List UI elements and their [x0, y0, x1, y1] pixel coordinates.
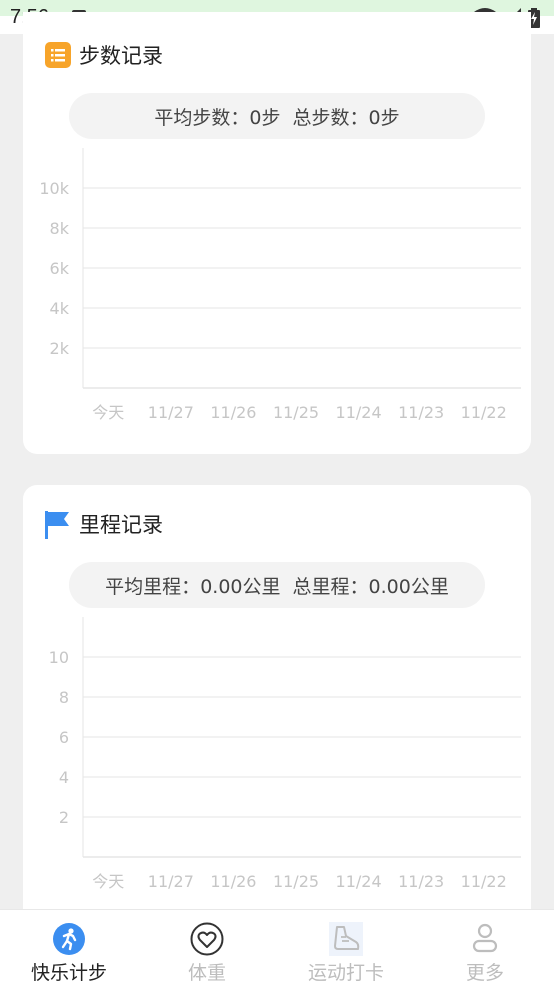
y-tick-label: 8 — [59, 688, 69, 707]
steps-average-value: 0步 — [249, 106, 281, 129]
y-tick-label: 10k — [39, 179, 69, 198]
mileage-average-label: 平均里程： — [105, 575, 201, 598]
mileage-total-label: 总里程： — [292, 575, 369, 598]
y-tick-label: 10 — [49, 648, 69, 667]
sneaker-icon — [329, 922, 363, 960]
x-tick-label: 11/26 — [210, 403, 256, 422]
running-person-icon — [52, 922, 86, 960]
mileage-total-value: 0.00公里 — [368, 575, 449, 598]
tab-workout-checkin[interactable]: 运动打卡 — [276, 910, 416, 985]
x-tick-label: 11/22 — [461, 872, 507, 891]
tab-label: 运动打卡 — [307, 962, 384, 984]
x-tick-label: 11/23 — [398, 403, 444, 422]
x-tick-label: 11/24 — [336, 403, 382, 422]
tab-label: 更多 — [465, 962, 504, 984]
bottom-tab-bar: 快乐计步 体重 运动打卡 更多 — [0, 909, 554, 985]
steps-total-label: 总步数： — [292, 106, 369, 129]
steps-total-value: 0步 — [368, 106, 400, 129]
x-tick-label: 11/26 — [210, 872, 256, 891]
y-tick-label: 8k — [50, 219, 70, 238]
tab-weight[interactable]: 体重 — [138, 910, 276, 985]
tab-happy-steps[interactable]: 快乐计步 — [0, 910, 138, 985]
y-tick-label: 6 — [59, 728, 69, 747]
person-icon — [470, 922, 500, 958]
x-tick-label: 11/24 — [336, 872, 382, 891]
mileage-summary: 平均里程： 0.00公里 总里程： 0.00公里 — [69, 562, 485, 608]
x-tick-label: 11/22 — [461, 403, 507, 422]
x-tick-label: 11/25 — [273, 403, 319, 422]
tab-label: 快乐计步 — [30, 962, 107, 984]
steps-chart: 2k 4k 6k 8k 10k 今天 11/27 11/26 11/25 11/24 11/23 11… — [23, 144, 531, 434]
mileage-card-title: 里程记录 — [79, 513, 163, 537]
x-tick-label: 11/27 — [148, 403, 194, 422]
mileage-average-value: 0.00公里 — [200, 575, 281, 598]
mileage-chart: 2 4 6 8 10 今天 11/27 11/26 11/25 11/24 11/23 11/22 — [23, 613, 531, 903]
y-tick-label: 2k — [50, 339, 70, 358]
steps-chart-svg: 2k 4k 6k 8k 10k 今天 11/27 11/26 11/25 11/24 11/23 11… — [39, 148, 521, 422]
list-note-icon — [45, 42, 71, 68]
steps-card-title: 步数记录 — [79, 44, 163, 68]
flag-icon — [45, 511, 71, 539]
steps-average-label: 平均步数： — [154, 106, 250, 129]
x-tick-label: 11/25 — [273, 872, 319, 891]
mileage-chart-svg: 2 4 6 8 10 今天 11/27 11/26 11/25 11/24 11/23 11/22 — [49, 617, 521, 891]
heart-icon — [190, 922, 224, 960]
x-tick-label: 11/27 — [148, 872, 194, 891]
x-tick-label: 今天 — [92, 403, 124, 422]
y-tick-label: 2 — [59, 808, 69, 827]
tab-label: 体重 — [187, 962, 226, 984]
steps-record-card: 步数记录 平均步数： 0步 总步数： 0步 2k 4k 6k 8k 10k 今天 11/27… — [23, 12, 531, 454]
tab-more[interactable]: 更多 — [416, 910, 554, 985]
y-tick-label: 6k — [50, 259, 70, 278]
steps-card-header: 步数记录 — [45, 40, 163, 70]
x-tick-label: 今天 — [92, 872, 124, 891]
steps-summary: 平均步数： 0步 总步数： 0步 — [69, 93, 485, 139]
mileage-card-header: 里程记录 — [45, 509, 163, 539]
x-tick-label: 11/23 — [398, 872, 444, 891]
y-tick-label: 4k — [50, 299, 70, 318]
y-tick-label: 4 — [59, 768, 69, 787]
mileage-record-card: 里程记录 平均里程： 0.00公里 总里程： 0.00公里 2 4 6 8 10 今天 11… — [23, 485, 531, 925]
